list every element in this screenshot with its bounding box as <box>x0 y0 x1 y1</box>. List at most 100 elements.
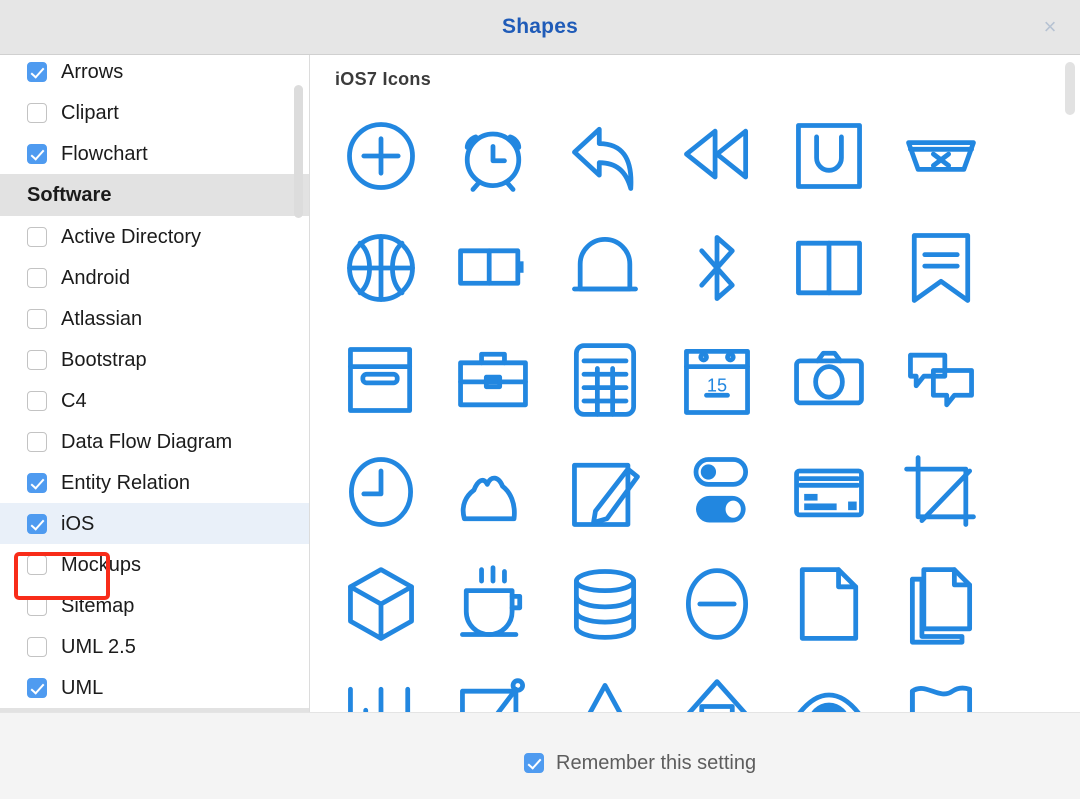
sidebar-item-uml-2-5[interactable]: UML 2.5 <box>0 626 309 667</box>
sidebar-item-flowchart[interactable]: Flowchart <box>0 133 309 174</box>
icon-cell-plus-circle[interactable] <box>325 100 437 212</box>
icon-cell-camera[interactable] <box>773 324 885 436</box>
content-scrollbar-thumb[interactable] <box>1065 62 1075 115</box>
calendar-icon: 15 <box>684 348 750 415</box>
icon-cell-compose[interactable] <box>549 436 661 548</box>
sidebar-item-label: Mockups <box>61 553 142 576</box>
sidebar-item-android[interactable]: Android <box>0 257 309 298</box>
sidebar-item-label: Data Flow Diagram <box>61 430 233 453</box>
icon-cell-crop[interactable] <box>885 436 997 548</box>
icon-cell-calendar[interactable]: 15 <box>661 324 773 436</box>
svg-text:15: 15 <box>707 375 727 395</box>
sidebar-item-atlassian[interactable]: Atlassian <box>0 298 309 339</box>
sidebar-item-label: UML <box>61 676 104 699</box>
remember-setting-checkbox[interactable]: Remember this setting <box>524 753 756 773</box>
sidebar-item-data-flow-diagram[interactable]: Data Flow Diagram <box>0 421 309 462</box>
chat-bubbles-icon <box>908 352 974 408</box>
checkbox-icon[interactable] <box>27 102 47 123</box>
sidebar-item-label: Flowchart <box>61 142 148 165</box>
document-icon <box>799 567 859 641</box>
shape-library-sidebar[interactable]: Arrows Clipart Flowchart Software Active Dir… <box>0 55 310 712</box>
minus-circle-icon <box>685 568 749 640</box>
sidebar-item-label: UML 2.5 <box>61 635 136 658</box>
sidebar-item-active-directory[interactable]: Active Directory <box>0 216 309 257</box>
icon-cell-documents[interactable] <box>885 548 997 660</box>
checkbox-icon[interactable] <box>27 554 47 575</box>
sidebar-item-uml[interactable]: UML <box>0 667 309 708</box>
checkbox-icon[interactable] <box>27 390 47 411</box>
checkbox-icon[interactable] <box>27 472 47 493</box>
icon-cell-basketball[interactable] <box>325 212 437 324</box>
dialog-titlebar: Shapes × <box>0 0 1080 55</box>
alarm-clock-icon <box>464 131 522 192</box>
icon-cell-calculator[interactable] <box>549 324 661 436</box>
eye-icon <box>797 692 861 712</box>
icon-cell-coffee-cup[interactable] <box>437 548 549 660</box>
checkbox-icon[interactable] <box>27 513 47 534</box>
icon-cell-cloud-mountain[interactable] <box>437 436 549 548</box>
sidebar-item-label: iOS <box>61 512 95 535</box>
sidebar-list: Arrows Clipart Flowchart Software Active Dir… <box>0 55 309 712</box>
icon-cell-chat-bubbles[interactable] <box>885 324 997 436</box>
icon-cell-rewind[interactable] <box>661 100 773 212</box>
clock-icon <box>349 457 413 527</box>
checkbox-icon[interactable] <box>27 143 47 164</box>
checkbox-icon <box>524 753 544 773</box>
sidebar-item-mockups[interactable]: Mockups <box>0 544 309 585</box>
sidebar-item-ios[interactable]: iOS <box>0 503 309 544</box>
icon-cell-bookmark[interactable] <box>885 212 997 324</box>
icon-cell-triangle[interactable] <box>549 660 661 712</box>
checkbox-icon[interactable] <box>27 267 47 288</box>
sidebar-scrollbar-thumb[interactable] <box>294 85 303 218</box>
sidebar-item-label: Clipart <box>61 101 119 124</box>
sidebar-item-label: Android <box>61 266 130 289</box>
checkbox-icon[interactable] <box>27 677 47 698</box>
sidebar-item-label: Active Directory <box>61 225 202 248</box>
icon-cell-bar-chart[interactable] <box>325 660 437 712</box>
icon-cell-battery[interactable] <box>437 212 549 324</box>
icon-cell-minus-circle[interactable] <box>661 548 773 660</box>
icon-cell-eye[interactable] <box>773 660 885 712</box>
icon-cell-clipboard[interactable] <box>661 660 773 712</box>
checkbox-icon[interactable] <box>27 431 47 452</box>
shopping-bag-icon <box>796 123 862 189</box>
checkbox-icon[interactable] <box>27 61 47 82</box>
checkbox-icon[interactable] <box>27 308 47 329</box>
credit-card-icon <box>794 468 864 518</box>
sidebar-item-clipart[interactable]: Clipart <box>0 92 309 133</box>
icon-cell-cube[interactable] <box>325 548 437 660</box>
icon-cell-box[interactable] <box>325 324 437 436</box>
sidebar-item-sitemap[interactable]: Sitemap <box>0 585 309 626</box>
close-icon[interactable]: × <box>1032 10 1068 44</box>
checkbox-icon[interactable] <box>27 226 47 247</box>
database-icon <box>573 569 637 640</box>
sidebar-item-bootstrap[interactable]: Bootstrap <box>0 339 309 380</box>
icon-cell-document[interactable] <box>773 548 885 660</box>
icon-cell-shopping-bag[interactable] <box>773 100 885 212</box>
icon-cell-database[interactable] <box>549 548 661 660</box>
bell-icon <box>572 237 638 292</box>
checkbox-icon[interactable] <box>27 636 47 657</box>
icon-cell-briefcase[interactable] <box>437 324 549 436</box>
sidebar-item-c4[interactable]: C4 <box>0 380 309 421</box>
icon-cell-clock[interactable] <box>325 436 437 548</box>
sidebar-item-label: Sitemap <box>61 594 135 617</box>
icon-cell-draw[interactable] <box>437 660 549 712</box>
sidebar-scrollbar[interactable] <box>293 55 305 712</box>
icon-cell-bell[interactable] <box>549 212 661 324</box>
remember-setting-label: Remember this setting <box>556 752 757 774</box>
icon-cell-credit-card[interactable] <box>773 436 885 548</box>
icon-cell-alarm-clock[interactable] <box>437 100 549 212</box>
icon-cell-bluetooth[interactable] <box>661 212 773 324</box>
checkbox-icon[interactable] <box>27 349 47 370</box>
sidebar-item-arrows[interactable]: Arrows <box>0 55 309 92</box>
icon-cell-toggle-switch[interactable] <box>661 436 773 548</box>
icon-cell-book[interactable] <box>773 212 885 324</box>
icon-cell-basket-remove[interactable] <box>885 100 997 212</box>
sidebar-item-label: Entity Relation <box>61 471 190 494</box>
reply-arrow-icon <box>572 126 634 191</box>
icon-cell-reply-arrow[interactable] <box>549 100 661 212</box>
checkbox-icon[interactable] <box>27 595 47 616</box>
sidebar-item-entity-relation[interactable]: Entity Relation <box>0 462 309 503</box>
icon-cell-flag[interactable] <box>885 660 997 712</box>
